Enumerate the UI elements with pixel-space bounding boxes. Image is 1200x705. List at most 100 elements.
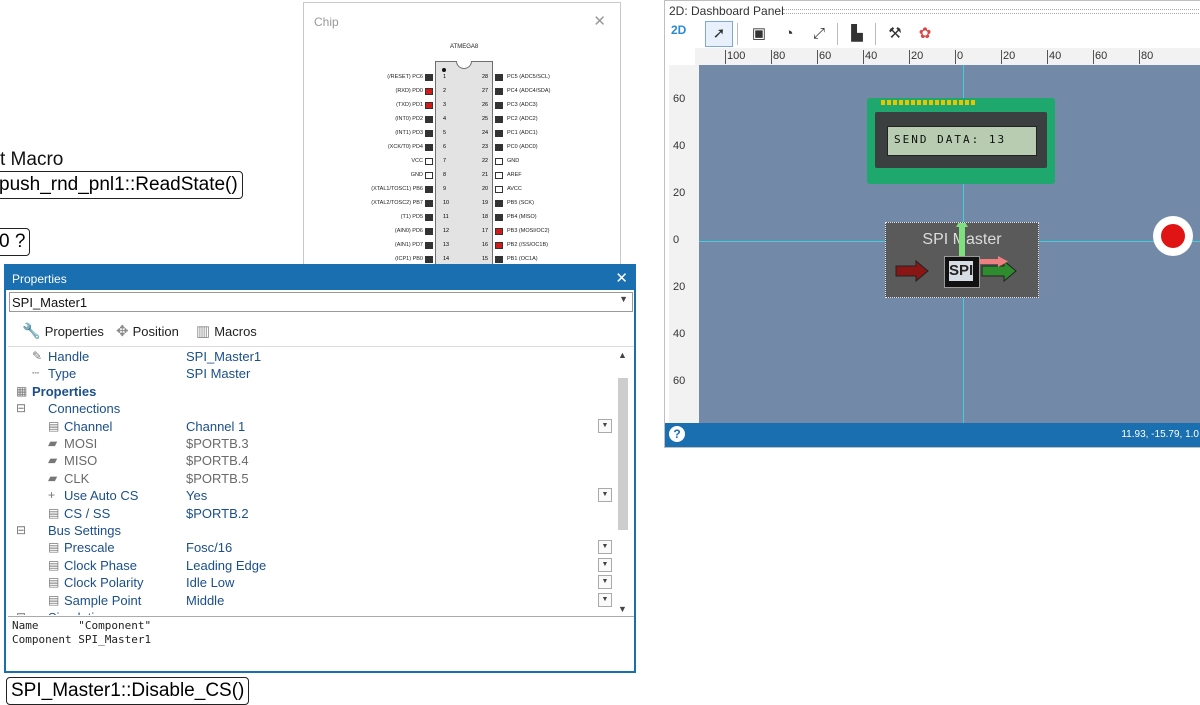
chip-pin-left[interactable]: GND (304, 169, 435, 183)
pin-pad (495, 242, 503, 249)
pin1-dot (442, 68, 446, 72)
property-name: MISO (64, 453, 98, 469)
tools-icon[interactable]: ⚒ (881, 21, 909, 47)
chip-pin-right[interactable]: PB2 (/SS/OC1B) (493, 239, 618, 253)
property-value[interactable]: Middle (186, 593, 224, 608)
property-row[interactable]: ▤ Prescale Fosc/16 ▼ (8, 540, 618, 557)
chip-pin-right[interactable]: GND (493, 155, 618, 169)
scale-icon[interactable]: ⤢ (805, 21, 833, 47)
scroll-up-icon[interactable]: ▲ (618, 350, 627, 360)
property-row[interactable]: ▤ CS / SS $PORTB.2 (8, 506, 618, 523)
chevron-down-icon[interactable]: ▼ (598, 540, 612, 555)
scroll-thumb[interactable] (618, 378, 628, 530)
property-row[interactable]: ▤ Sample Point Middle ▼ (8, 592, 618, 610)
chip-pin-right[interactable]: AVCC (493, 183, 618, 197)
select-box-icon[interactable]: ▣ (745, 21, 773, 47)
readstate-call-block[interactable]: push_rnd_pnl1::ReadState() (0, 171, 243, 199)
chip-pin-right[interactable]: PC0 (ADC0) (493, 141, 618, 155)
chip-pin-left[interactable]: (XTAL2/TOSC2) PB7 (304, 197, 435, 211)
chip-close-icon[interactable]: ✕ (593, 12, 606, 30)
chip-pin-left[interactable]: (/RESET) PC6 (304, 71, 435, 85)
chevron-down-icon[interactable]: ▼ (619, 294, 628, 304)
camera-view-icon[interactable]: ▙ (843, 21, 871, 47)
property-value[interactable]: $PORTB.2 (186, 506, 249, 521)
push-button-red[interactable] (1153, 216, 1193, 256)
chip-pin-right[interactable]: AREF (493, 169, 618, 183)
chip-pin-left[interactable]: (XCK/T0) PD4 (304, 141, 435, 155)
chip-pin-right[interactable]: PC3 (ADC3) (493, 99, 618, 113)
properties-titlebar[interactable]: Properties ✕ (6, 266, 634, 290)
chip-pin-right[interactable]: PC4 (ADC4/SDA) (493, 85, 618, 99)
property-group[interactable]: ⊟ Connections (8, 401, 618, 418)
property-value[interactable]: Yes (186, 488, 207, 503)
chip-pin-left[interactable]: (TXD) PD1 (304, 99, 435, 113)
property-row[interactable]: + Use Auto CS Yes ▼ (8, 488, 618, 505)
property-value[interactable]: $PORTB.5 (186, 471, 249, 486)
chip-pin-left[interactable]: (AIN0) PD6 (304, 225, 435, 239)
chevron-down-icon[interactable]: ▼ (598, 592, 612, 607)
chip-pin-left[interactable]: VCC (304, 155, 435, 169)
pin-label: (INT0) PD2 (395, 116, 423, 122)
chip-pin-right[interactable]: PC5 (ADC5/SCL) (493, 71, 618, 85)
chip-pin-right[interactable]: PB4 (MISO) (493, 211, 618, 225)
property-group[interactable]: ⊟ Bus Settings (8, 523, 618, 540)
pin-label: (AIN1) PD7 (394, 242, 423, 248)
pointer-icon[interactable]: ➚ (705, 21, 733, 47)
property-row[interactable]: ▰ MOSI $PORTB.3 (8, 436, 618, 453)
help-icon[interactable]: ? (669, 426, 685, 442)
decision-block[interactable]: 0 ? (0, 228, 31, 256)
component-selector[interactable]: SPI_Master1 ▼ (9, 292, 633, 312)
property-name: Clock Polarity (64, 575, 144, 591)
chip-pin-left[interactable]: (AIN1) PD7 (304, 239, 435, 253)
chevron-down-icon[interactable]: ▼ (598, 575, 612, 590)
property-scrollbar[interactable]: ▲ ▼ (618, 350, 628, 614)
property-value[interactable]: SPI Master (186, 366, 250, 381)
property-value[interactable]: $PORTB.4 (186, 453, 249, 468)
property-row[interactable]: ▰ CLK $PORTB.5 (8, 471, 618, 488)
spi-master-component[interactable]: SPI Master SPI (885, 222, 1039, 298)
property-row[interactable]: ┄ Type SPI Master (8, 366, 618, 383)
collapse-icon[interactable]: ⊟ (16, 610, 26, 615)
panel-drag-grip[interactable] (783, 9, 1199, 14)
lcd-display[interactable]: SEND DATA: 13 (867, 98, 1055, 184)
property-value[interactable]: Channel 1 (186, 419, 245, 434)
property-row[interactable]: ✎ Handle SPI_Master1 (8, 349, 618, 366)
colors-icon[interactable]: ✿ (911, 21, 939, 47)
tab-macros[interactable]: ▥ Macros (196, 322, 257, 340)
property-row[interactable]: ▰ MISO $PORTB.4 (8, 453, 618, 470)
tab-position[interactable]: ✥ Position (116, 322, 179, 340)
chip-pin-right[interactable]: PC2 (ADC2) (493, 113, 618, 127)
chip-pin-right[interactable]: PC1 (ADC1) (493, 127, 618, 141)
disable-cs-call-block[interactable]: SPI_Master1::Disable_CS() (6, 677, 250, 705)
property-row[interactable]: ▤ Channel Channel 1 ▼ (8, 418, 618, 436)
tab-properties[interactable]: 🔧 Properties (22, 322, 104, 340)
dashboard-canvas[interactable]: SEND DATA: 13 SPI Master SPI (699, 65, 1200, 423)
property-row[interactable]: ▤ Clock Phase Leading Edge ▼ (8, 557, 618, 575)
property-value[interactable]: SPI_Master1 (186, 349, 261, 364)
collapse-icon[interactable]: ⊟ (16, 523, 26, 537)
property-group[interactable]: ⊟ Simulation (8, 610, 618, 615)
property-value[interactable]: Idle Low (186, 575, 234, 590)
chip-pin-left[interactable]: (T1) PD5 (304, 211, 435, 225)
property-row[interactable]: ▤ Clock Polarity Idle Low ▼ (8, 575, 618, 592)
chip-pin-right[interactable]: PB5 (SCK) (493, 197, 618, 211)
chip-pin-left[interactable]: (XTAL1/TOSC1) PB6 (304, 183, 435, 197)
chip-pin-left[interactable]: (INT0) PD2 (304, 113, 435, 127)
chevron-down-icon[interactable]: ▼ (598, 488, 612, 503)
properties-close-icon[interactable]: ✕ (615, 269, 628, 287)
chevron-down-icon[interactable]: ▼ (598, 557, 612, 572)
chip-pin-left[interactable]: (INT1) PD3 (304, 127, 435, 141)
rotate-icon[interactable]: ◔ (775, 21, 803, 47)
mode-2d-label[interactable]: 2D (671, 23, 686, 37)
dashboard-title: 2D: Dashboard Panel (669, 4, 784, 18)
pin-label: GND (410, 172, 423, 178)
property-value[interactable]: Leading Edge (186, 558, 266, 573)
chip-pin-right[interactable]: PB3 (MOSI/OC2) (493, 225, 618, 239)
collapse-icon[interactable]: ⊟ (16, 401, 26, 415)
property-value[interactable]: $PORTB.3 (186, 436, 249, 451)
scroll-down-icon[interactable]: ▼ (618, 604, 627, 614)
property-value[interactable]: Fosc/16 (186, 540, 232, 555)
chip-pin-left[interactable]: (RXD) PD0 (304, 85, 435, 99)
property-group[interactable]: ▦ Properties (8, 384, 618, 401)
chevron-down-icon[interactable]: ▼ (598, 418, 612, 433)
